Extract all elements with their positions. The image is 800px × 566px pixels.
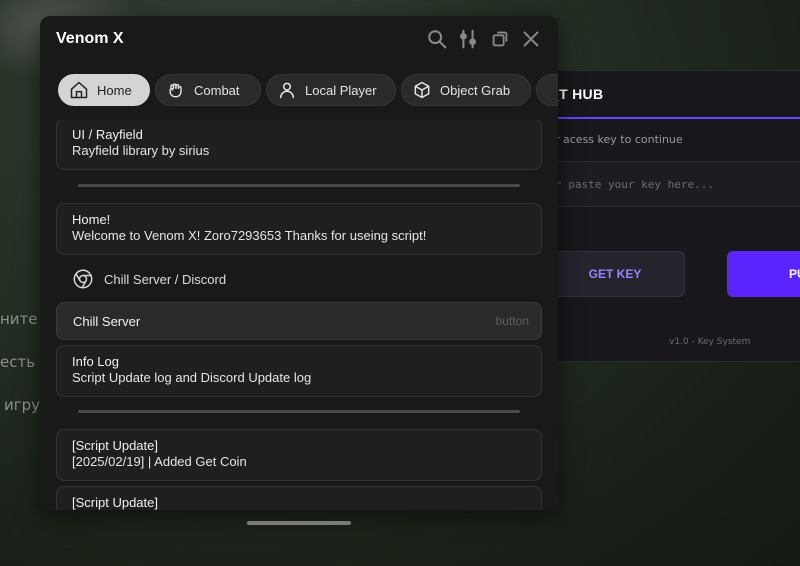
background-menu: ните есть игру	[0, 308, 40, 437]
tab-combat[interactable]: Combat	[155, 74, 261, 106]
background-menu-item[interactable]: игру	[0, 394, 40, 437]
card-text: [2025/02/19] | Added Get Coin	[72, 454, 247, 469]
background-menu-item[interactable]: есть	[0, 351, 40, 394]
window-topbar[interactable]: Venom X	[40, 16, 558, 64]
close-icon[interactable]	[520, 28, 542, 50]
tab-home[interactable]: Home	[58, 74, 150, 106]
card-text: Welcome to Venom X! Zoro7293653 Thanks f…	[72, 228, 427, 243]
button-label: Chill Server	[73, 313, 141, 329]
card-title: [Script Update]	[72, 438, 158, 453]
tab-label: Home	[97, 82, 132, 98]
paragraph-card-update: [Script Update]	[56, 486, 542, 510]
window-title: Venom X	[56, 30, 124, 47]
chill-server-button[interactable]: Chill Server button	[56, 302, 542, 340]
home-icon	[69, 80, 89, 100]
venom-window: Venom X Home Combat Local Player Object …	[40, 16, 558, 510]
tab-content: UI / Rayfield Rayfield library by sirius…	[56, 120, 542, 510]
background-menu-item[interactable]: ните	[0, 308, 40, 351]
key-system-title: _T HUB	[551, 86, 604, 102]
tab-overflow[interactable]	[536, 74, 558, 106]
paragraph-card-update: [Script Update] [2025/02/19] | Added Get…	[56, 429, 542, 481]
submit-key-button[interactable]: PU	[727, 251, 800, 297]
key-system-subtitle: r acess key to continue	[555, 133, 683, 146]
minimize-icon[interactable]	[489, 28, 511, 50]
paragraph-card-home: Home! Welcome to Venom X! Zoro7293653 Th…	[56, 203, 542, 255]
tab-label: Object Grab	[440, 82, 511, 98]
tab-bar: Home Combat Local Player Object Grab	[56, 74, 558, 108]
user-icon	[277, 80, 297, 100]
key-system-panel: _T HUB r acess key to continue r paste y…	[540, 70, 800, 362]
tab-local-player[interactable]: Local Player	[266, 74, 396, 106]
key-system-header: _T HUB	[541, 71, 800, 119]
sliders-icon[interactable]	[457, 28, 479, 50]
key-input[interactable]: r paste your key here...	[541, 161, 800, 207]
card-text: Rayfield library by sirius	[72, 143, 210, 158]
card-title: Home!	[72, 212, 111, 227]
card-title: Info Log	[72, 354, 119, 369]
cube-icon	[412, 80, 432, 100]
paragraph-card-info: Info Log Script Update log and Discord U…	[56, 345, 542, 397]
section-discord: Chill Server / Discord	[72, 266, 226, 292]
tab-object-grab[interactable]: Object Grab	[401, 74, 531, 106]
card-text: Script Update log and Discord Update log	[72, 370, 312, 385]
chrome-icon	[72, 268, 94, 290]
get-key-button[interactable]: GET KEY	[545, 251, 685, 297]
card-title: UI / Rayfield	[72, 127, 143, 142]
section-label: Chill Server / Discord	[104, 271, 227, 287]
divider	[78, 184, 520, 187]
tab-label: Local Player	[305, 82, 377, 98]
fist-icon	[166, 80, 186, 100]
card-title: [Script Update]	[72, 495, 158, 510]
drag-handle[interactable]	[247, 521, 351, 525]
key-buttons: GET KEY PU	[541, 251, 800, 297]
tab-label: Combat	[194, 82, 240, 98]
search-icon[interactable]	[426, 28, 448, 50]
divider	[78, 410, 520, 413]
key-system-version: v1.0 - Key System	[669, 337, 751, 347]
paragraph-card-ui: UI / Rayfield Rayfield library by sirius	[56, 120, 542, 170]
button-hint: button	[495, 314, 529, 328]
